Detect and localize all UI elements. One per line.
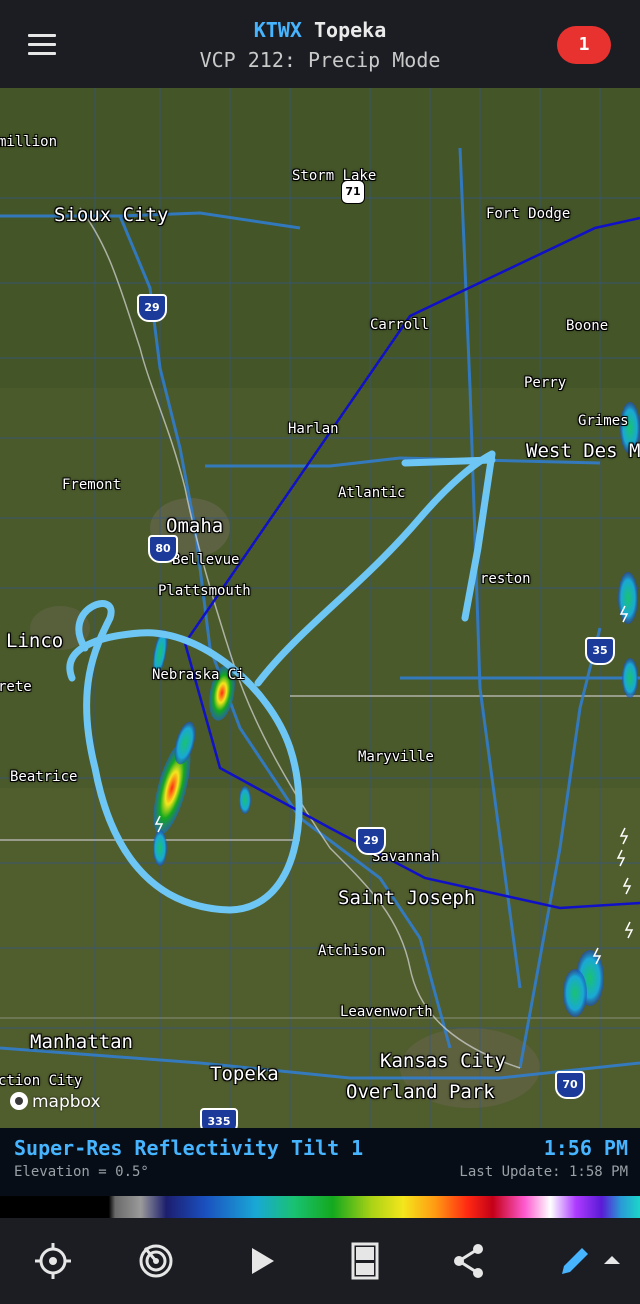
city-label: rete xyxy=(0,679,32,695)
city-label: ction City xyxy=(0,1073,83,1089)
draw-pencil-icon[interactable] xyxy=(552,1238,628,1284)
vcp-mode: VCP 212: Precip Mode xyxy=(199,48,441,72)
city-label: Topeka xyxy=(210,1063,279,1085)
city-label: Bellevue xyxy=(172,552,240,568)
mapbox-logo-icon xyxy=(10,1092,28,1110)
mapbox-text: mapbox xyxy=(32,1092,101,1112)
scan-time: 1:56 PM xyxy=(543,1136,628,1160)
radar-sweep-icon[interactable] xyxy=(133,1238,179,1284)
station-name: Topeka xyxy=(313,18,387,42)
city-label: million xyxy=(0,134,58,150)
city-label: Atchison xyxy=(318,943,386,959)
city-label: West Des M xyxy=(526,440,640,462)
city-label: Omaha xyxy=(166,515,224,537)
city-label: Saint Joseph xyxy=(338,887,476,909)
city-label: Beatrice xyxy=(10,769,78,785)
play-icon[interactable] xyxy=(238,1238,284,1284)
city-label: Perry xyxy=(524,375,567,391)
city-label: Kansas City xyxy=(380,1050,506,1072)
city-label: Leavenworth xyxy=(340,1004,433,1020)
city-label: Atlantic xyxy=(338,485,406,501)
interstate-shield: 29 xyxy=(137,294,167,322)
interstate-shield: 70 xyxy=(555,1071,585,1099)
interstate-shield: 29 xyxy=(356,827,386,855)
product-name: Super-Res Reflectivity Tilt 1 xyxy=(14,1136,364,1160)
city-label: Maryville xyxy=(358,749,434,765)
station-code: KTWX xyxy=(253,18,302,42)
city-label: Fort Dodge xyxy=(486,206,571,222)
city-label: Fremont xyxy=(62,477,122,493)
city-label: Manhattan xyxy=(30,1031,133,1053)
locate-icon[interactable] xyxy=(30,1238,76,1284)
city-label: Overland Park xyxy=(346,1081,495,1103)
reflectivity-color-scale xyxy=(0,1196,640,1218)
city-label: Harlan xyxy=(288,421,339,437)
interstate-shield: 80 xyxy=(148,535,178,563)
top-bar: KTWX Topeka VCP 212: Precip Mode 1 xyxy=(0,0,640,88)
station-title[interactable]: KTWX Topeka xyxy=(0,18,640,42)
city-label: Boone xyxy=(566,318,609,334)
city-label: reston xyxy=(480,571,531,587)
bottom-toolbar xyxy=(0,1218,640,1304)
city-label: Plattsmouth xyxy=(158,583,251,599)
layers-icon[interactable] xyxy=(342,1238,388,1284)
product-info-bar[interactable]: Super-Res Reflectivity Tilt 1 1:56 PM El… xyxy=(0,1128,640,1196)
interstate-shield: 35 xyxy=(585,637,615,665)
city-label: Carroll xyxy=(370,317,430,333)
last-update: Last Update: 1:58 PM xyxy=(459,1164,628,1180)
city-label: Grimes xyxy=(578,413,629,429)
elevation-readout: Elevation = 0.5° xyxy=(14,1164,149,1180)
city-label: Nebraska Ci xyxy=(152,667,245,683)
interstate-shield: 335 xyxy=(200,1108,238,1128)
city-label: Sioux City xyxy=(54,204,169,226)
mapbox-attribution[interactable]: mapbox xyxy=(10,1091,101,1113)
radar-map[interactable]: million Storm Lake Sioux City Fort Dodge… xyxy=(0,88,640,1128)
share-icon[interactable] xyxy=(446,1238,492,1284)
city-label: Linco xyxy=(6,630,64,652)
us-highway-shield: 71 xyxy=(341,180,365,204)
alert-count-badge[interactable]: 1 xyxy=(557,26,611,64)
map-canvas xyxy=(0,88,640,1128)
